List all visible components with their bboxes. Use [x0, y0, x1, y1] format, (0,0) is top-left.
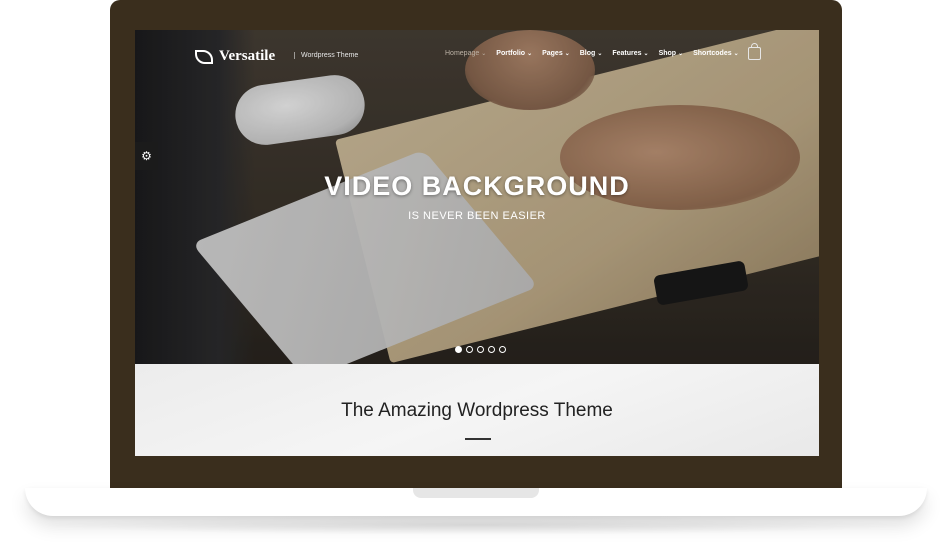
hero-subtitle: IS NEVER BEEN EASIER — [408, 210, 546, 222]
nav-item-label: Pages — [542, 50, 563, 57]
nav-item-label: Features — [612, 50, 642, 57]
nav-item-label: Blog — [579, 50, 596, 57]
hero-title: VIDEO BACKGROUND — [324, 171, 630, 201]
chevron-down-icon: ⌄ — [643, 51, 649, 57]
settings-panel-toggle[interactable]: ⚙ — [135, 142, 158, 170]
site-tagline: Wordpress Theme — [294, 52, 358, 59]
main-menu: Homepage ⌄ Portfolio ⌄ Pages ⌄ Blog ⌄ Fe… — [445, 50, 739, 57]
chevron-down-icon: ⌄ — [733, 51, 739, 57]
slider-dot[interactable] — [455, 346, 462, 353]
slider-dot[interactable] — [477, 346, 484, 353]
chevron-down-icon: ⌄ — [481, 51, 487, 57]
gears-icon: ⚙ — [141, 149, 152, 163]
chevron-down-icon: ⌄ — [564, 51, 570, 57]
intro-section: The Amazing Wordpress Theme — [135, 364, 819, 456]
nav-item-shortcodes[interactable]: Shortcodes ⌄ — [693, 50, 739, 57]
logo-text: Versatile — [219, 48, 276, 64]
laptop-shadow — [35, 515, 917, 535]
chevron-down-icon: ⌄ — [527, 51, 533, 57]
title-divider — [465, 438, 491, 440]
nav-item-features[interactable]: Features ⌄ — [612, 50, 648, 57]
nav-item-portfolio[interactable]: Portfolio ⌄ — [496, 50, 532, 57]
nav-item-shop[interactable]: Shop ⌄ — [659, 50, 684, 57]
laptop-screen: Versatile Wordpress Theme Homepage ⌄ Por… — [135, 30, 819, 456]
shopping-bag-icon[interactable] — [748, 43, 761, 60]
chevron-down-icon: ⌄ — [678, 51, 684, 57]
slider-pagination — [455, 346, 506, 353]
top-navbar: Versatile Wordpress Theme Homepage ⌄ Por… — [135, 30, 819, 84]
hero-section: Versatile Wordpress Theme Homepage ⌄ Por… — [135, 30, 819, 364]
nav-item-homepage[interactable]: Homepage ⌄ — [445, 50, 486, 57]
slider-dot[interactable] — [466, 346, 473, 353]
leaf-icon — [195, 49, 213, 64]
nav-item-blog[interactable]: Blog ⌄ — [580, 50, 603, 57]
intro-title: The Amazing Wordpress Theme — [341, 400, 613, 421]
nav-item-label: Shop — [658, 50, 677, 57]
nav-item-label: Homepage — [445, 50, 480, 57]
nav-item-label: Portfolio — [496, 50, 526, 57]
nav-item-label: Shortcodes — [693, 50, 732, 57]
slider-dot[interactable] — [488, 346, 495, 353]
slider-dot[interactable] — [499, 346, 506, 353]
site-logo[interactable]: Versatile — [195, 48, 275, 65]
nav-item-pages[interactable]: Pages ⌄ — [542, 50, 570, 57]
chevron-down-icon: ⌄ — [597, 51, 603, 57]
laptop-notch — [413, 488, 539, 498]
